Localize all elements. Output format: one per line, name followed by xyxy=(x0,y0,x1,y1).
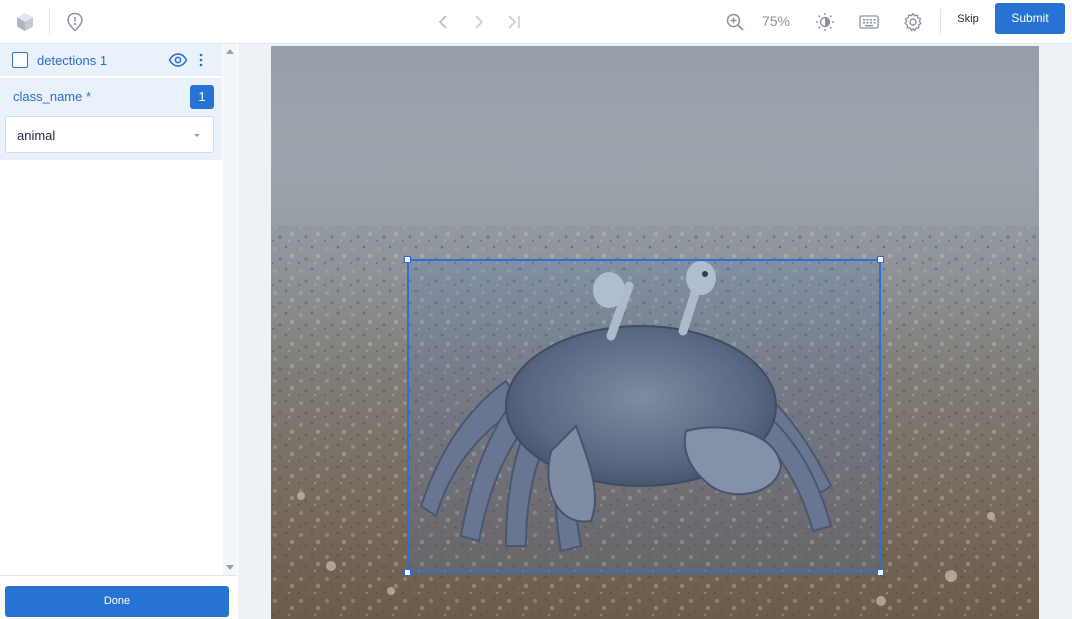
attribute-count-badge: 1 xyxy=(190,85,214,109)
resize-handle-bottom-right[interactable] xyxy=(877,569,884,576)
sidebar-scrollbar[interactable] xyxy=(223,44,237,575)
attribute-panel: class_name * 1 animal xyxy=(0,78,222,160)
submit-button[interactable]: Submit xyxy=(995,3,1065,34)
skip-button[interactable]: Skip xyxy=(948,7,988,31)
skip-to-end-icon[interactable] xyxy=(499,7,529,37)
toolbar-divider xyxy=(940,9,941,35)
top-toolbar: 75% Skip Submit xyxy=(0,0,1072,44)
next-icon[interactable] xyxy=(464,7,494,37)
scroll-down-arrow[interactable] xyxy=(226,565,234,570)
resize-handle-top-left[interactable] xyxy=(404,256,411,263)
visibility-eye-icon[interactable] xyxy=(168,51,188,69)
class-name-select[interactable]: animal xyxy=(5,116,214,153)
detection-header[interactable]: detections 1 xyxy=(0,44,222,77)
keyboard-icon[interactable] xyxy=(854,7,884,37)
previous-icon[interactable] xyxy=(428,7,458,37)
settings-icon[interactable] xyxy=(898,7,928,37)
chevron-down-icon xyxy=(194,134,200,137)
sidebar-footer: Done xyxy=(0,575,237,619)
resize-handle-top-right[interactable] xyxy=(877,256,884,263)
more-options-icon[interactable] xyxy=(194,51,208,69)
app-logo-icon[interactable] xyxy=(10,7,40,37)
bounding-box[interactable] xyxy=(404,256,884,576)
class-name-label: class_name * xyxy=(13,89,92,104)
detection-title: detections 1 xyxy=(37,53,108,68)
scroll-up-arrow[interactable] xyxy=(226,49,234,54)
brightness-icon[interactable] xyxy=(810,7,840,37)
zoom-level: 75% xyxy=(761,13,791,29)
issue-report-icon[interactable] xyxy=(60,7,90,37)
toolbar-divider xyxy=(49,9,50,35)
annotation-sidebar: detections 1 class_name * 1 animal Done xyxy=(0,44,237,619)
resize-handle-bottom-left[interactable] xyxy=(404,569,411,576)
zoom-in-icon[interactable] xyxy=(720,7,750,37)
annotated-image[interactable] xyxy=(271,46,1039,619)
detection-checkbox[interactable] xyxy=(12,52,28,68)
done-button[interactable]: Done xyxy=(5,586,229,617)
image-canvas[interactable] xyxy=(238,44,1072,619)
class-name-value: animal xyxy=(17,128,56,143)
